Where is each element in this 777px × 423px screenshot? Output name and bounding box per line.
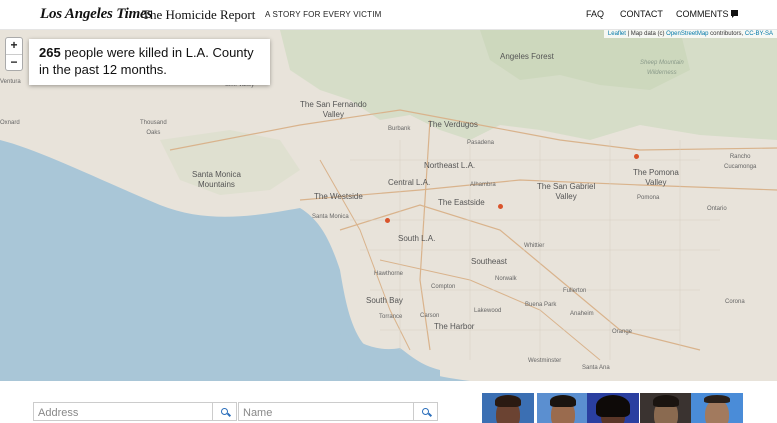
label-ventura: Ventura	[0, 79, 21, 85]
label-sheep-mountain: Sheep Mountain Wilderness	[640, 60, 684, 76]
comment-icon	[730, 10, 738, 18]
label-ontario: Ontario	[707, 206, 727, 212]
label-southeast: Southeast	[471, 257, 508, 266]
victim-photo[interactable]	[537, 393, 589, 423]
search-icon	[221, 408, 228, 415]
zoom-out-button[interactable]: −	[6, 54, 22, 70]
openstreetmap-link[interactable]: OpenStreetMap	[666, 31, 708, 37]
site-title[interactable]: The Homicide Report	[142, 7, 255, 23]
label-carson: Carson	[420, 313, 440, 319]
homicide-marker[interactable]	[385, 218, 390, 223]
address-search-button[interactable]	[212, 403, 236, 420]
label-eastside: The Eastside	[438, 198, 485, 207]
zoom-in-button[interactable]: +	[6, 38, 22, 54]
nav-faq-link[interactable]: FAQ	[586, 9, 604, 19]
leaflet-link[interactable]: Leaflet	[608, 31, 626, 37]
label-anaheim: Anaheim	[570, 311, 594, 317]
homicide-marker[interactable]	[634, 154, 639, 159]
la-times-logo[interactable]: Los Angeles Times	[40, 6, 152, 23]
label-thousand-oaks: Thousand Oaks	[140, 120, 167, 136]
address-search	[33, 402, 237, 422]
victim-photo[interactable]	[691, 393, 743, 423]
homicide-marker[interactable]	[498, 204, 503, 209]
label-compton: Compton	[431, 284, 456, 290]
label-south-la: South L.A.	[398, 234, 436, 243]
homicide-count: 265	[39, 45, 61, 60]
label-buena-park: Buena Park	[525, 302, 557, 308]
nav-comments-label: COMMENTS	[676, 9, 729, 19]
homicide-summary-text: people were killed in L.A. County in the…	[39, 45, 254, 77]
label-torrance: Torrance	[379, 314, 403, 320]
nav-contact-link[interactable]: CONTACT	[620, 9, 663, 19]
homicide-summary: 265 people were killed in L.A. County in…	[29, 39, 270, 85]
label-fullerton: Fullerton	[563, 288, 587, 294]
homicide-map[interactable]: Angeles Forest Sheep Mountain Wilderness…	[0, 30, 777, 381]
label-pomona-valley: The Pomona Valley	[633, 168, 679, 187]
nav-comments-link[interactable]: COMMENTS	[676, 9, 738, 19]
name-input[interactable]	[239, 404, 412, 422]
label-corona: Corona	[725, 299, 745, 305]
search-icon	[422, 408, 429, 415]
label-norwalk: Norwalk	[495, 276, 517, 282]
label-whittier: Whittier	[524, 243, 545, 249]
label-westminster: Westminster	[528, 358, 562, 364]
label-angeles-forest: Angeles Forest	[500, 52, 554, 61]
label-lakewood: Lakewood	[474, 308, 502, 314]
label-santa-ana: Santa Ana	[582, 365, 610, 371]
label-san-fernando-valley: The San Fernando Valley	[300, 100, 367, 119]
label-burbank: Burbank	[388, 126, 411, 132]
victim-photo[interactable]	[482, 393, 534, 423]
site-header: Los Angeles Times The Homicide Report A …	[0, 0, 777, 30]
label-central-la: Central L.A.	[388, 178, 431, 187]
map-attribution: Leaflet | Map data (c) OpenStreetMap con…	[603, 30, 777, 38]
label-westside: The Westside	[314, 192, 363, 201]
tagline: A STORY FOR EVERY VICTIM	[265, 10, 382, 19]
address-input[interactable]	[34, 404, 211, 422]
attribution-text-1: | Map data (c)	[625, 31, 667, 37]
label-santa-monica: Santa Monica	[312, 214, 349, 220]
label-rancho-cucamonga: Rancho Cucamonga	[724, 154, 757, 170]
name-search	[238, 402, 438, 422]
label-south-bay: South Bay	[366, 296, 403, 305]
victim-photo[interactable]	[587, 393, 639, 423]
label-oxnard: Oxnard	[0, 120, 20, 126]
zoom-control: + −	[5, 37, 23, 71]
label-verdugos: The Verdugos	[428, 120, 478, 129]
label-northeast-la: Northeast L.A.	[424, 161, 476, 170]
label-pasadena: Pasadena	[467, 140, 495, 146]
name-search-button[interactable]	[413, 403, 437, 420]
search-bar	[0, 381, 777, 423]
label-santa-monica-mountains: Santa Monica Mountains	[192, 170, 241, 189]
attribution-text-2: contributors,	[708, 31, 745, 37]
victim-photo[interactable]	[640, 393, 692, 423]
label-pomona: Pomona	[637, 195, 660, 201]
label-san-gabriel-valley: The San Gabriel Valley	[537, 182, 596, 201]
label-alhambra: Alhambra	[470, 182, 496, 188]
license-link[interactable]: CC-BY-SA	[745, 31, 773, 37]
label-harbor: The Harbor	[434, 322, 475, 331]
label-hawthorne: Hawthorne	[374, 271, 404, 277]
label-orange: Orange	[612, 329, 633, 335]
